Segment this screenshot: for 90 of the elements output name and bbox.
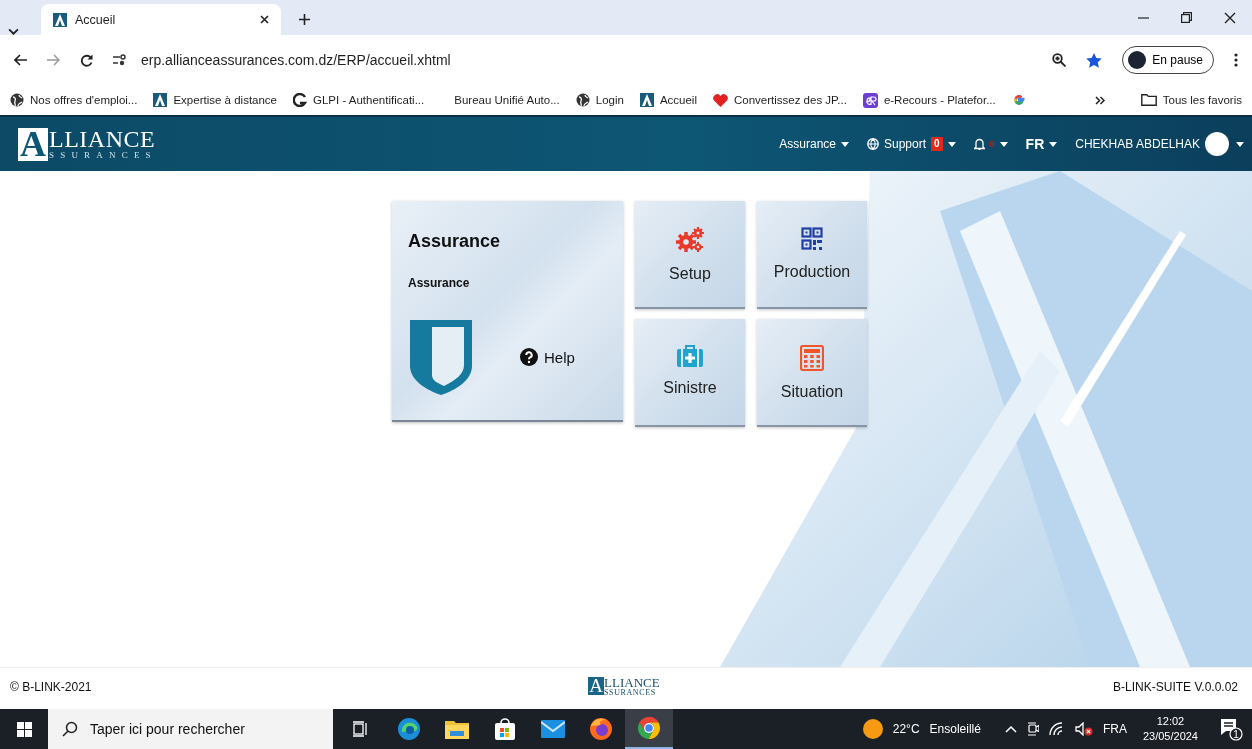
bookmark-link[interactable]: Nos offres d'emploi...: [10, 93, 138, 107]
weather-condition: Ensoleillé: [929, 722, 981, 736]
caret-icon: [841, 141, 849, 147]
wave-circle-icon: [397, 717, 421, 741]
module-tile[interactable]: Sinistre: [635, 319, 745, 427]
sun-icon: [862, 719, 883, 739]
language-menu[interactable]: FR: [1025, 136, 1058, 152]
globe-icon: [10, 93, 24, 107]
browser-tab[interactable]: Accueil: [41, 4, 281, 35]
search-icon: [62, 721, 78, 737]
address-bar-url[interactable]: erp.allianceassurances.com.dz/ERP/accueil.xhtml: [141, 52, 451, 68]
star-icon[interactable]: [1086, 52, 1103, 68]
caret-icon: [1236, 141, 1244, 147]
user-menu[interactable]: CHEKHAB ABDELHAK: [1075, 132, 1244, 156]
logo-tagline: SSURANCES: [604, 689, 657, 697]
tab-title: Accueil: [75, 12, 117, 27]
fox-globe-icon: [589, 717, 613, 741]
chevron-up-icon[interactable]: [1004, 725, 1017, 733]
forward-arrow-icon[interactable]: [47, 54, 60, 66]
help-icon: [520, 348, 538, 366]
caret-icon: [947, 141, 956, 147]
windows-icon: [16, 721, 32, 737]
globe-icon: [575, 93, 590, 107]
tricolor-circle-icon: [637, 716, 661, 740]
new-tab-icon[interactable]: [299, 14, 310, 25]
network-icon[interactable]: [1048, 722, 1065, 736]
bookmark-link[interactable]: Bureau Unifié Auto...: [454, 94, 560, 106]
version-text: B-LINK-SUITE V.0.0.02: [1112, 680, 1238, 694]
notification-count: 0: [989, 139, 995, 149]
alliance-logo-icon: [153, 93, 168, 107]
help-link[interactable]: Help: [520, 348, 575, 366]
meet-now-icon[interactable]: [1026, 721, 1039, 737]
shopping-bag-icon: [494, 718, 516, 740]
folder-icon: [445, 719, 469, 739]
swirl-icon: [293, 93, 307, 107]
bookmark-link[interactable]: Accueil: [639, 93, 697, 107]
shield-icon: [408, 318, 474, 396]
logo-text: LLIANCE: [604, 677, 660, 689]
module-card[interactable]: Assurance Assurance Help: [392, 201, 623, 422]
search-field[interactable]: Taper ici pour rechercher: [48, 709, 333, 749]
task-view-icon: [353, 721, 369, 737]
logo-letter: A: [588, 677, 605, 695]
avatar-icon: [1205, 132, 1229, 156]
close-icon[interactable]: [260, 15, 269, 24]
module-tile[interactable]: Production: [757, 201, 867, 309]
weather-temperature: 22°C: [892, 722, 920, 736]
folder-icon: [1140, 94, 1157, 106]
reload-icon[interactable]: [80, 53, 93, 67]
zoom-icon[interactable]: [1052, 53, 1067, 67]
menu-button[interactable]: Assurance: [779, 137, 849, 151]
alliance-logo-icon: [639, 93, 654, 107]
back-arrow-icon[interactable]: [14, 54, 27, 66]
heart-icon: [712, 93, 728, 107]
bookmark-folder[interactable]: Tous les favoris: [1140, 94, 1242, 106]
bookmark-link[interactable]: Convertissez des JP...: [712, 93, 847, 107]
restore-icon[interactable]: [1181, 12, 1192, 23]
logo-text: LLIANCE: [49, 127, 157, 150]
copyright-text: © B-LINK-2021: [10, 680, 93, 694]
envelope-icon: [541, 720, 565, 738]
speaker-muted-icon[interactable]: [1074, 722, 1093, 736]
globe-icon: [867, 138, 879, 150]
profile-button[interactable]: En pause: [1122, 46, 1214, 74]
logo-letter: A: [18, 127, 48, 161]
avatar-icon: [1128, 51, 1147, 69]
input-language[interactable]: FRA: [1102, 722, 1127, 736]
taskbar-app[interactable]: [625, 709, 673, 749]
module-tile[interactable]: Setup: [635, 201, 745, 309]
close-icon[interactable]: [1224, 11, 1236, 24]
bookmark-link[interactable]: e-Recours - Platefor...: [862, 92, 996, 108]
bookmark-link[interactable]: GLPI - Authentificati...: [293, 93, 425, 107]
logo-icon: [862, 92, 878, 108]
clock[interactable]: 12:02 23/05/2024: [1142, 714, 1198, 744]
multicolor-ring-icon[interactable]: [1011, 93, 1026, 107]
caret-icon: [999, 141, 1008, 147]
alliance-logo-icon: [53, 12, 67, 27]
double-chevron-icon[interactable]: [1094, 95, 1105, 105]
site-settings-icon[interactable]: [113, 54, 127, 66]
tab-list-caret-icon[interactable]: [8, 28, 19, 35]
caret-icon: [1049, 141, 1058, 147]
more-menu-icon[interactable]: [1234, 53, 1238, 67]
minimize-icon[interactable]: [1138, 16, 1149, 19]
support-count: 0: [931, 137, 943, 151]
module-subtitle: Assurance: [408, 276, 471, 290]
module-title: Assurance: [408, 231, 502, 252]
logo-tagline: SSURANCES: [49, 149, 157, 161]
menu-button[interactable]: Support 0: [867, 137, 956, 151]
bookmark-link[interactable]: Login: [575, 93, 624, 107]
module-tile[interactable]: Situation: [757, 319, 867, 427]
bookmark-link[interactable]: Expertise à distance: [153, 93, 277, 107]
bell-icon: [973, 138, 985, 150]
